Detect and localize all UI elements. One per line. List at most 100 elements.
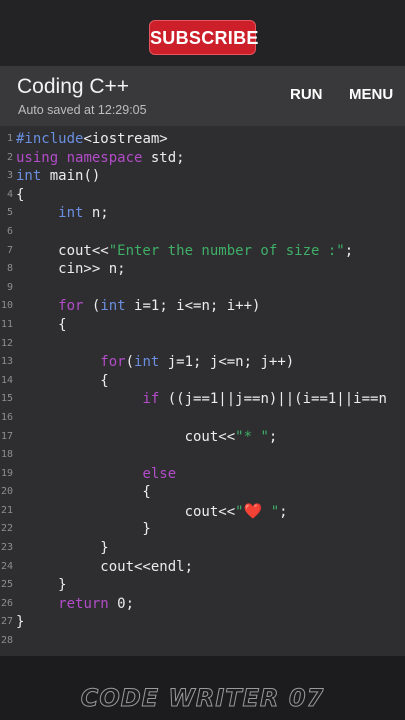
code-line: 10 for (int i=1; i<=n; i++) — [0, 297, 405, 316]
code-text: int main() — [16, 167, 100, 186]
code-token: int — [16, 168, 42, 185]
line-number: 14 — [0, 374, 13, 386]
code-text: { — [16, 483, 151, 502]
subscribe-button[interactable]: SUBSCRIBE — [149, 20, 258, 55]
code-text: cout<<"Enter the number of size :"; — [16, 242, 353, 261]
code-line: 5 int n; — [0, 204, 405, 223]
run-button[interactable]: RUN — [290, 86, 323, 103]
code-token: 0; — [108, 595, 135, 612]
code-token: j=1; j<=n; j++) — [159, 354, 295, 371]
line-number: 13 — [0, 356, 13, 368]
code-line: 19 else — [0, 465, 405, 484]
line-number: 22 — [0, 523, 13, 535]
watermark: CODE WRITER 07 — [80, 684, 325, 713]
line-number: 19 — [0, 467, 13, 479]
code-line: 27} — [0, 613, 405, 632]
line-number: 20 — [0, 486, 13, 498]
code-text: cout<<"❤️ "; — [16, 502, 288, 522]
code-token: } — [16, 521, 151, 538]
code-token: if — [142, 391, 160, 408]
code-text: { — [16, 372, 109, 391]
code-lines: 1 #include<iostream> 2 using namespace std;… — [0, 130, 405, 651]
code-text: for (int i=1; i<=n; i++) — [16, 297, 260, 316]
line-number: 2 — [6, 151, 13, 163]
code-token: } — [16, 540, 109, 557]
app-title: Coding C++ — [17, 75, 130, 98]
code-token: main() — [41, 168, 101, 185]
line-number: 17 — [0, 430, 13, 442]
line-number: 28 — [0, 635, 13, 647]
code-token: for — [100, 354, 126, 371]
code-token: std; — [142, 149, 185, 166]
code-token: } — [16, 614, 25, 631]
line-number: 15 — [0, 393, 13, 405]
code-line: 15 if ((j==1||j==n)||(i==1||i==n — [0, 390, 405, 409]
code-line: 11 { — [0, 316, 405, 335]
code-token: ((j==1||j==n)||(i==1||i==n — [159, 391, 387, 408]
code-text: cout<<"* "; — [16, 428, 278, 447]
code-line: 18 — [0, 446, 405, 465]
line-number: 16 — [0, 411, 13, 423]
code-token: " — [262, 503, 280, 520]
code-line: 20 { — [0, 483, 405, 502]
code-line: 9 — [0, 279, 405, 298]
code-token: #include — [16, 131, 84, 147]
code-token: cin>> n; — [16, 261, 126, 278]
code-token: { — [16, 484, 151, 501]
line-number: 9 — [6, 281, 13, 293]
code-token: "Enter the number of size :" — [108, 242, 345, 259]
code-token: int — [134, 354, 160, 371]
code-line: 12 — [0, 335, 405, 354]
code-token: <iostream> — [83, 131, 168, 147]
line-number: 18 — [0, 449, 13, 461]
line-number: 4 — [6, 188, 13, 200]
code-line: 28 — [0, 632, 405, 651]
line-number: 11 — [0, 318, 13, 330]
code-text: { — [16, 316, 66, 335]
code-token: namespace — [66, 149, 143, 166]
code-token: i=1; i<=n; i++) — [125, 298, 261, 315]
line-number: 25 — [0, 579, 13, 591]
code-token: } — [16, 577, 67, 594]
code-token: cout<<endl; — [16, 558, 194, 575]
line-number: 6 — [6, 225, 13, 237]
line-number: 26 — [0, 597, 13, 609]
line-number: 27 — [0, 616, 13, 628]
code-token: ; — [268, 428, 278, 445]
code-token: " — [235, 503, 244, 520]
code-line: 24 cout<<endl; — [0, 558, 405, 577]
code-token: ( — [125, 354, 135, 371]
code-token: int — [58, 205, 84, 222]
code-token: ; — [279, 503, 288, 520]
code-line: 23 } — [0, 539, 405, 558]
code-token: using — [16, 149, 59, 166]
line-number: 12 — [0, 337, 13, 349]
code-line: 2 using namespace std; — [0, 149, 405, 168]
code-text: int n; — [16, 204, 109, 223]
line-number: 7 — [6, 244, 13, 256]
code-token: { — [16, 372, 109, 389]
code-text: cout<<endl; — [16, 558, 193, 577]
line-number: 21 — [0, 504, 13, 516]
code-text: else — [16, 465, 176, 484]
code-text: for(int j=1; j<=n; j++) — [16, 353, 294, 372]
code-line: 8 cin>> n; — [0, 260, 405, 279]
heart-icon: ❤️ — [243, 501, 263, 520]
code-text: { — [16, 186, 24, 205]
code-token: else — [142, 465, 177, 482]
autosave-status: Auto saved at 12:29:05 — [18, 103, 147, 117]
code-text: #include<iostream> — [16, 130, 168, 149]
line-number: 10 — [0, 300, 13, 312]
code-token: ; — [344, 242, 354, 259]
code-text: cin>> n; — [16, 260, 126, 279]
code-line: 6 — [0, 223, 405, 242]
menu-button[interactable]: MENU — [349, 86, 393, 103]
code-text: } — [16, 520, 151, 539]
code-editor[interactable]: 1 #include<iostream> 2 using namespace std;… — [0, 126, 405, 656]
code-token: int — [100, 298, 126, 315]
line-number: 1 — [6, 133, 13, 144]
